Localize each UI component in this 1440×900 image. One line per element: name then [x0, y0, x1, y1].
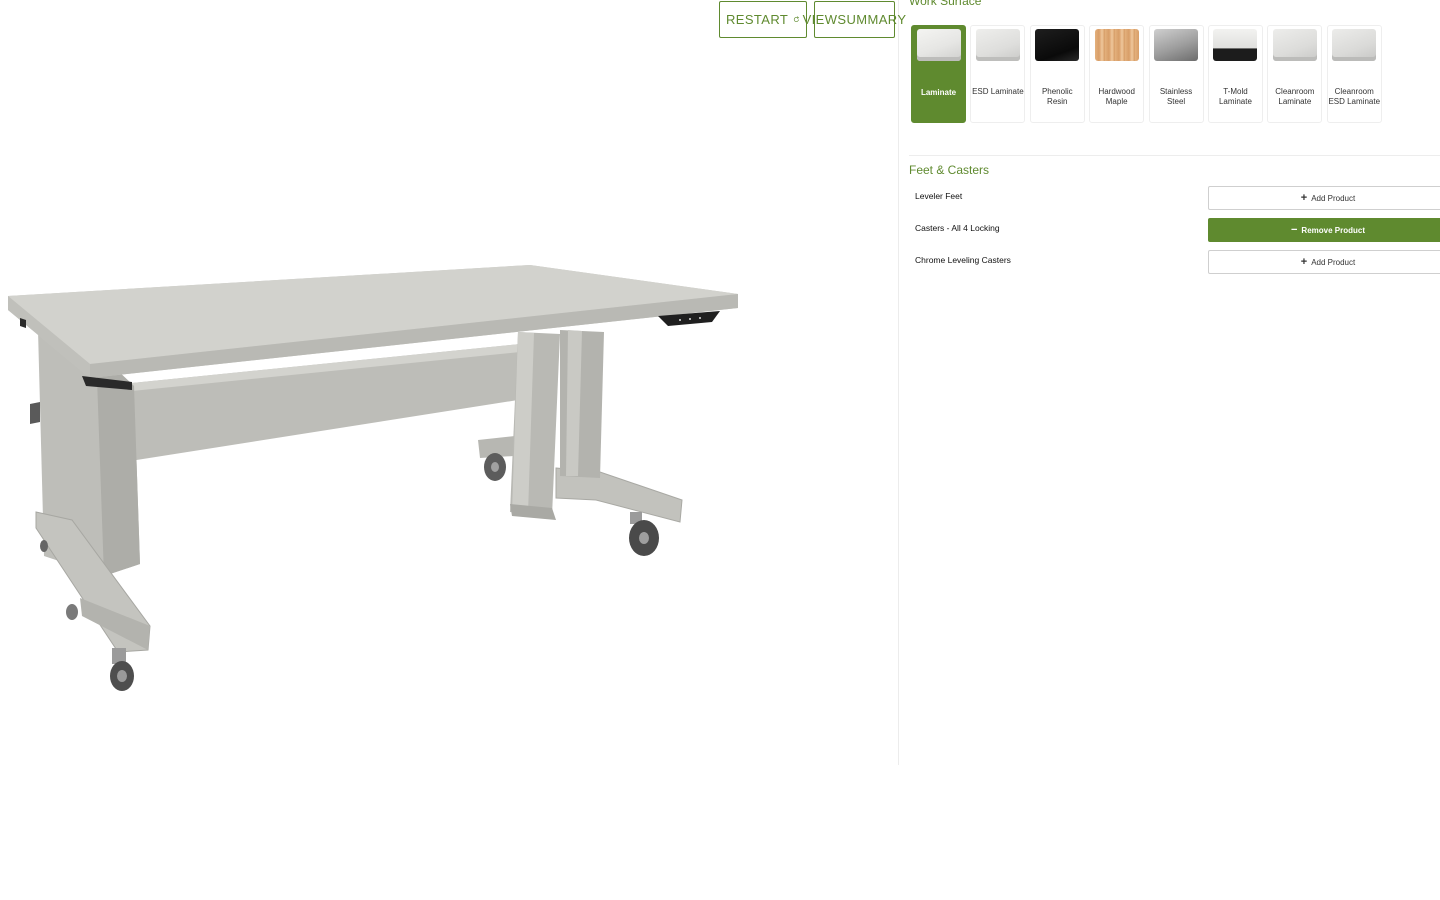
- surface-option-label: T-Mold Laminate: [1218, 87, 1252, 106]
- restart-label: RESTART: [726, 12, 789, 27]
- remove-casters-button[interactable]: − Remove Product: [1208, 218, 1440, 242]
- configurator-page: RESTART VIEW SUMMARY Work Surface Lamina…: [0, 0, 1440, 900]
- surface-option-label: Cleanroom ESD Laminate: [1328, 87, 1381, 106]
- minus-icon: −: [1290, 223, 1298, 236]
- t-mold-laminate-swatch: [1213, 29, 1258, 61]
- button-label: Add Product: [1311, 257, 1356, 267]
- surface-option-stainless-steel[interactable]: Stainless Steel: [1148, 25, 1204, 123]
- option-label: Chrome Leveling Casters: [915, 255, 1011, 265]
- work-surface-title: Work Surface: [909, 0, 982, 8]
- surface-option-hardwood-maple[interactable]: Hardwood Maple: [1089, 25, 1145, 123]
- summary-label-line2: SUMMARY: [837, 12, 907, 27]
- caster-front-right: [629, 512, 659, 556]
- options-panel: Work Surface Laminate ESD Laminate Pheno…: [899, 0, 1440, 900]
- caster-back-left: [484, 453, 506, 481]
- option-row-casters-all-4-locking: Casters - All 4 Locking − Remove Product: [915, 218, 1440, 242]
- surface-option-cleanroom-laminate[interactable]: Cleanroom Laminate: [1267, 25, 1323, 123]
- surface-option-label: Stainless Steel: [1159, 87, 1193, 106]
- surface-option-label: Phenolic Resin: [1041, 87, 1073, 106]
- summary-label-line1: VIEW: [802, 12, 838, 27]
- product-viewer[interactable]: RESTART VIEW SUMMARY: [0, 0, 906, 765]
- view-summary-button[interactable]: VIEW SUMMARY: [803, 1, 906, 38]
- laminate-swatch: [916, 29, 961, 61]
- button-label: Remove Product: [1301, 225, 1365, 235]
- plus-icon: +: [1300, 255, 1308, 268]
- surface-option-label: Cleanroom Laminate: [1275, 87, 1315, 106]
- surface-option-laminate[interactable]: Laminate: [911, 25, 966, 123]
- option-label: Leveler Feet: [915, 191, 963, 201]
- option-label: Casters - All 4 Locking: [915, 223, 1000, 233]
- add-leveler-feet-button[interactable]: + Add Product: [1208, 186, 1440, 210]
- workbench-3d-model[interactable]: [0, 250, 760, 710]
- hardwood-maple-swatch: [1094, 29, 1139, 61]
- caster-front-left: [110, 648, 134, 691]
- refresh-icon: [794, 16, 800, 22]
- add-chrome-leveling-casters-button[interactable]: + Add Product: [1208, 250, 1440, 274]
- option-row-chrome-leveling-casters: Chrome Leveling Casters + Add Product: [915, 250, 1440, 274]
- surface-option-label: Hardwood Maple: [1098, 87, 1135, 106]
- work-surface-options: Laminate ESD Laminate Phenolic Resin Har…: [911, 25, 1386, 124]
- surface-option-esd-laminate[interactable]: ESD Laminate: [970, 25, 1026, 123]
- esd-laminate-swatch: [975, 29, 1020, 61]
- button-label: Add Product: [1311, 193, 1356, 203]
- section-divider: [909, 155, 1440, 156]
- cleanroom-laminate-swatch: [1272, 29, 1317, 61]
- plus-icon: +: [1300, 191, 1308, 204]
- surface-option-t-mold-laminate[interactable]: T-Mold Laminate: [1207, 25, 1263, 123]
- restart-button[interactable]: RESTART: [719, 1, 807, 38]
- phenolic-resin-swatch: [1035, 29, 1080, 61]
- option-row-leveler-feet: Leveler Feet + Add Product: [915, 186, 1440, 210]
- surface-option-phenolic-resin[interactable]: Phenolic Resin: [1029, 25, 1085, 123]
- stainless-steel-swatch: [1154, 29, 1199, 61]
- surface-option-cleanroom-esd-laminate[interactable]: Cleanroom ESD Laminate: [1326, 25, 1382, 123]
- feet-casters-title: Feet & Casters: [909, 163, 990, 177]
- surface-option-label: ESD Laminate: [972, 87, 1024, 96]
- surface-option-label: Laminate: [920, 88, 957, 97]
- cleanroom-esd-laminate-swatch: [1332, 29, 1377, 61]
